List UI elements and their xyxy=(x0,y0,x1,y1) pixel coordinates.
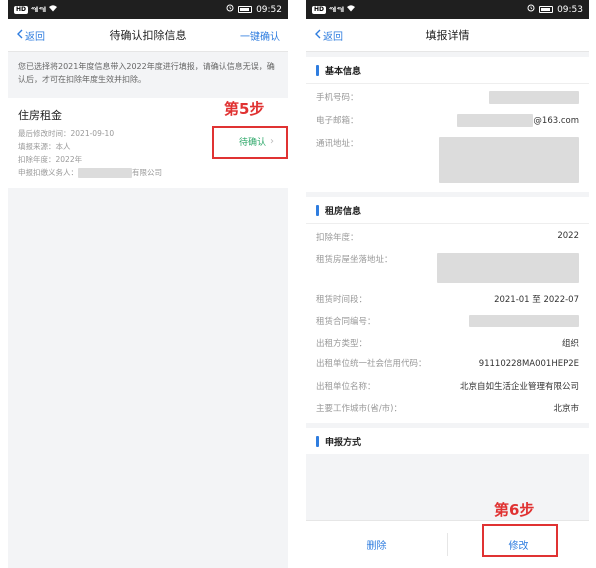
battery-icon xyxy=(539,6,554,13)
row-email: 电子邮箱： @163.com xyxy=(316,109,579,132)
credit-code-value: 91110228MA001HEP2E xyxy=(478,359,579,369)
back-button[interactable]: 返回 xyxy=(16,28,45,43)
alarm-icon xyxy=(527,4,535,15)
status-time: 09:53 xyxy=(557,4,583,15)
redacted-block xyxy=(78,167,132,178)
location-label: 租赁房屋坐落地址： xyxy=(316,255,393,265)
redacted-block xyxy=(439,137,579,183)
row-location: 租赁房屋坐落地址： xyxy=(316,248,579,288)
phone-label: 手机号码： xyxy=(316,93,359,103)
row-address: 通讯地址： xyxy=(316,132,579,188)
step-6-highlight xyxy=(482,524,558,557)
chevron-left-icon xyxy=(314,29,321,42)
section-marker xyxy=(316,435,319,447)
section-declare-method: 申报方式 xyxy=(306,428,589,454)
year-label: 扣除年度： xyxy=(18,155,56,164)
row-lessor-type: 出租方类型： 组织 xyxy=(316,332,579,354)
back-label: 返回 xyxy=(25,31,45,43)
row-city: 主要工作城市(省/市)： 北京市 xyxy=(316,397,579,419)
back-label: 返回 xyxy=(323,31,343,43)
right-phone-screen: HD ⁴⁶ıll ⁴⁶ıll 09:53 返回 填报详情 基本信息 手机号码： … xyxy=(306,0,589,568)
confirm-all-button[interactable]: 一键确认 xyxy=(240,28,280,43)
redacted-block xyxy=(489,91,579,104)
section-title: 租房信息 xyxy=(325,206,362,217)
basic-info-rows: 手机号码： 电子邮箱： @163.com 通讯地址： xyxy=(306,83,589,192)
last-modified-value: 2021-09-10 xyxy=(70,129,115,138)
city-value: 北京市 xyxy=(553,404,579,414)
delete-button[interactable]: 删除 xyxy=(306,521,447,568)
battery-icon xyxy=(238,6,253,13)
signal-icon: ⁴⁶ıll ⁴⁶ıll xyxy=(31,5,46,14)
wifi-icon xyxy=(346,4,356,15)
year-label: 扣除年度： xyxy=(316,233,359,243)
lessor-type-value: 组织 xyxy=(561,339,579,349)
rent-info-rows: 扣除年度： 2022 租赁房屋坐落地址： 租赁时间段： 2021-01 至 20… xyxy=(306,223,589,423)
status-bar: HD ⁴⁶ıll ⁴⁶ıll 09:53 xyxy=(306,0,589,19)
left-phone-screen: HD ⁴⁶ıll ⁴⁶ıll 09:52 返回 待确认扣除信息 一键确认 您已选… xyxy=(8,0,288,568)
email-suffix: @163.com xyxy=(533,115,579,126)
section-basic-info: 基本信息 xyxy=(306,57,589,83)
nav-bar: 返回 待确认扣除信息 一键确认 xyxy=(8,19,288,52)
section-marker xyxy=(316,64,319,76)
hd-badge: HD xyxy=(14,5,29,14)
status-time: 09:52 xyxy=(256,4,282,15)
step-5-highlight xyxy=(212,126,288,159)
agent-suffix: 有限公司 xyxy=(132,168,162,177)
contract-label: 租赁合同编号： xyxy=(316,317,376,327)
source-label: 填报来源： xyxy=(18,142,56,151)
wifi-icon xyxy=(48,4,58,15)
signal-icon: ⁴⁶ıll ⁴⁶ıll xyxy=(329,5,344,14)
last-modified-label: 最后修改时间： xyxy=(18,129,71,138)
source-value: 本人 xyxy=(55,142,71,151)
section-title: 申报方式 xyxy=(325,437,362,448)
lessor-name-label: 出租单位名称： xyxy=(316,382,376,392)
page-title: 填报详情 xyxy=(425,29,470,42)
lessor-type-label: 出租方类型： xyxy=(316,339,368,349)
notice-text: 您已选择将2021年度信息带入2022年度进行填报，请确认信息无误，确认后，才可… xyxy=(8,52,288,94)
credit-code-label: 出租单位统一社会信用代码： xyxy=(316,359,427,369)
row-phone: 手机号码： xyxy=(316,86,579,109)
chevron-left-icon xyxy=(16,29,23,42)
meta-agent: 申报扣缴义务人： 有限公司 xyxy=(18,166,278,179)
agent-label: 申报扣缴义务人： xyxy=(18,168,78,177)
back-button[interactable]: 返回 xyxy=(314,28,343,43)
redacted-block xyxy=(457,114,534,127)
redacted-block xyxy=(437,253,579,283)
city-label: 主要工作城市(省/市)： xyxy=(316,404,402,414)
row-lessor-name: 出租单位名称： 北京自如生活企业管理有限公司 xyxy=(316,375,579,397)
section-marker xyxy=(316,204,319,216)
year-value: 2022年 xyxy=(55,155,83,164)
row-credit-code: 出租单位统一社会信用代码： 91110228MA001HEP2E xyxy=(316,354,579,375)
step-6-label: 第6步 xyxy=(494,501,535,519)
period-label: 租赁时间段： xyxy=(316,295,368,305)
year-value: 2022 xyxy=(557,231,579,241)
address-label: 通讯地址： xyxy=(316,139,359,149)
row-contract: 租赁合同编号： xyxy=(316,310,579,332)
nav-bar: 返回 填报详情 xyxy=(306,19,589,52)
section-rent-info: 租房信息 xyxy=(306,197,589,223)
row-period: 租赁时间段： 2021-01 至 2022-07 xyxy=(316,288,579,310)
status-bar: HD ⁴⁶ıll ⁴⁶ıll 09:52 xyxy=(8,0,288,19)
step-5-label: 第5步 xyxy=(224,100,265,118)
lessor-name-value: 北京自如生活企业管理有限公司 xyxy=(459,382,579,392)
redacted-block xyxy=(469,315,579,327)
alarm-icon xyxy=(226,4,234,15)
email-label: 电子邮箱： xyxy=(316,116,359,126)
row-year: 扣除年度： 2022 xyxy=(316,226,579,248)
period-value: 2021-01 至 2022-07 xyxy=(494,295,579,305)
section-title: 基本信息 xyxy=(325,66,362,77)
hd-badge: HD xyxy=(312,5,327,14)
